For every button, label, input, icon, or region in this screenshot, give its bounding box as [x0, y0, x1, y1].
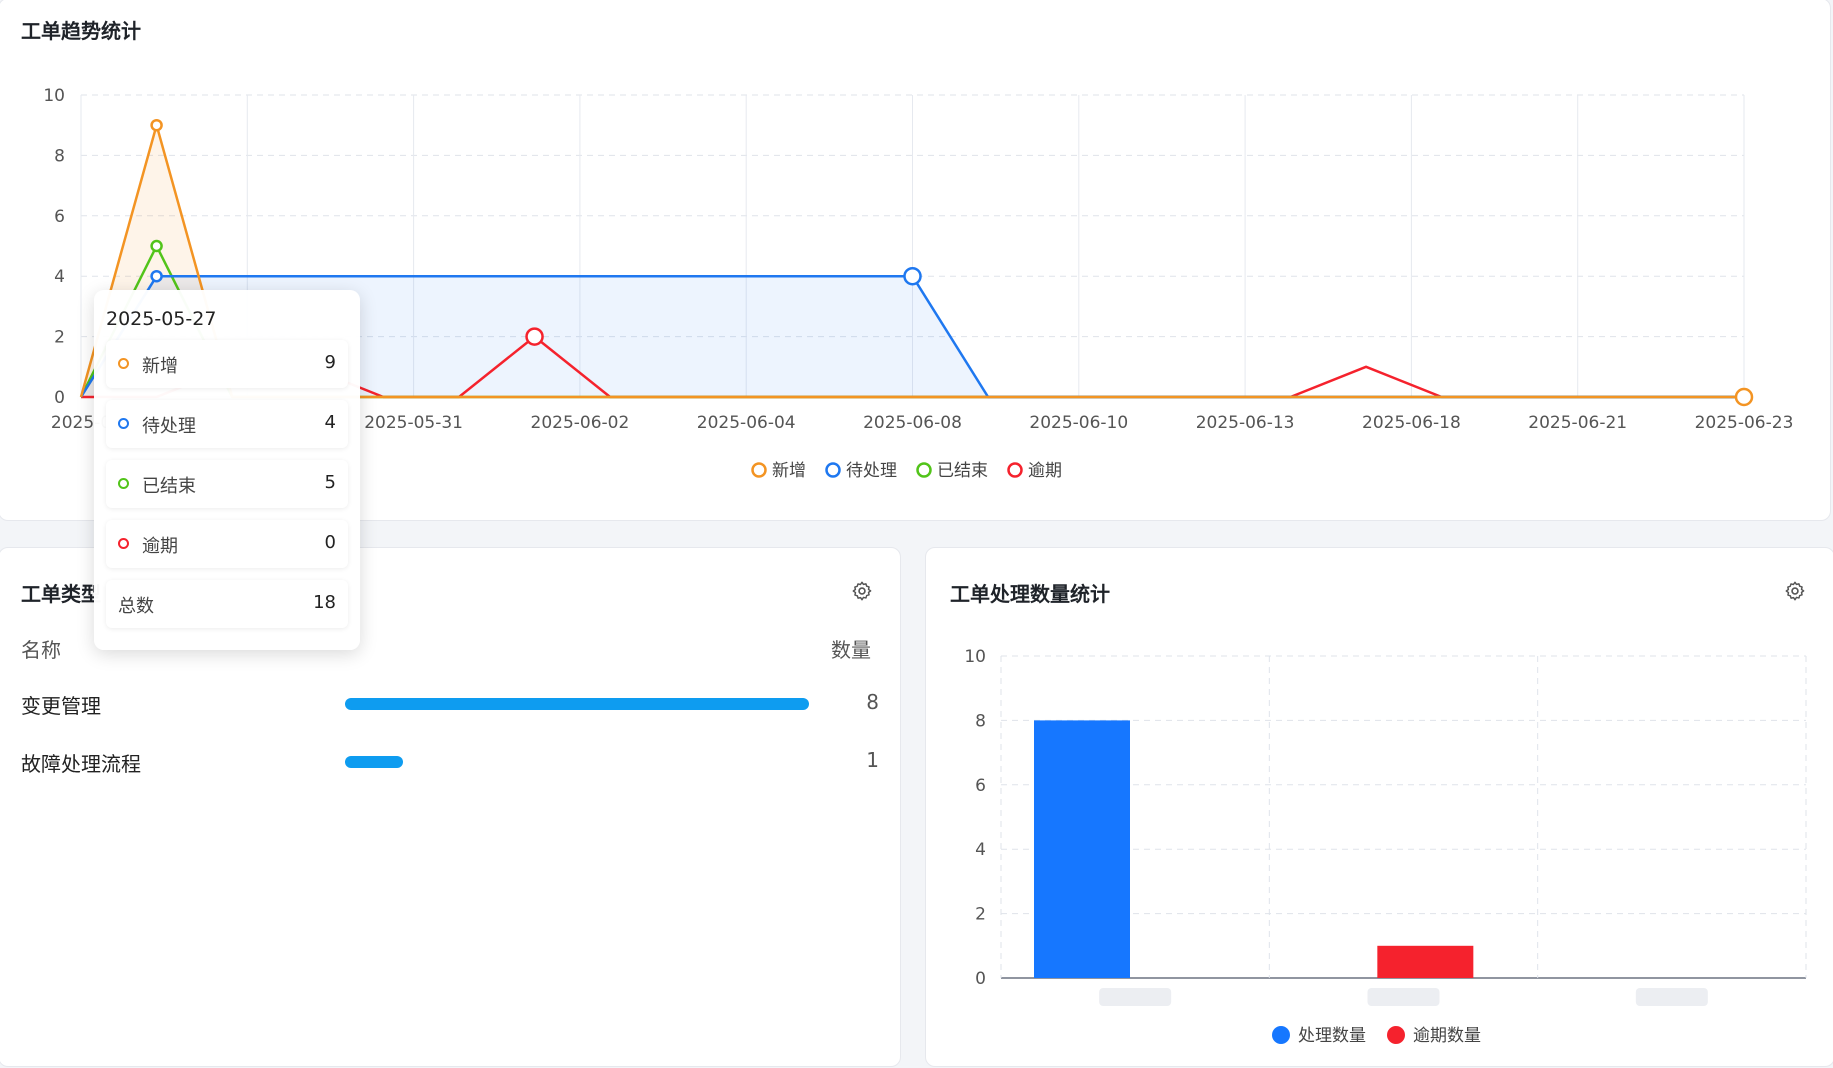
type-bar [345, 756, 403, 768]
type-count: 1 [866, 748, 879, 772]
legend-label: 逾期数量 [1413, 1026, 1481, 1046]
legend-marker [1007, 462, 1023, 478]
y-tick-label: 10 [43, 86, 65, 106]
legend-marker [751, 462, 767, 478]
tooltip-label: 总数 [118, 596, 154, 617]
category-label-redacted [1099, 988, 1172, 1006]
x-tick-label: 2025-06-21 [1528, 413, 1627, 433]
y-tick-label: 2 [54, 328, 65, 348]
y-tick-label: 8 [54, 146, 65, 166]
col-count-header: 数量 [831, 638, 871, 662]
tooltip-label: 已结束 [142, 476, 196, 497]
tooltip-value: 18 [313, 592, 336, 613]
x-tick-label: 2025-06-08 [863, 413, 962, 433]
x-tick-label: 2025-06-23 [1695, 413, 1794, 433]
y-tick-label: 4 [54, 267, 65, 287]
legend-marker [825, 462, 841, 478]
tooltip-row: 总数 18 [106, 580, 348, 628]
data-point [150, 118, 163, 132]
tooltip-date: 2025-05-27 [106, 308, 217, 330]
tooltip-dot-icon [118, 538, 129, 549]
tooltip-value: 0 [324, 532, 336, 553]
type-name: 故障处理流程 [21, 752, 141, 776]
chart-tooltip: 2025-05-27 新增 9 待处理 4 已结束 5 逾期 0 总数 18 [94, 290, 360, 650]
bar [1377, 945, 1474, 978]
tooltip-row: 逾期 0 [106, 520, 348, 568]
y-tick-label: 10 [964, 647, 986, 667]
legend-label: 处理数量 [1298, 1026, 1366, 1046]
legend-label: 待处理 [846, 461, 897, 481]
data-point [150, 269, 163, 283]
y-tick-label: 0 [54, 388, 65, 408]
tooltip-dot-icon [118, 418, 129, 429]
tooltip-row: 待处理 4 [106, 400, 348, 448]
type-bar [345, 698, 809, 710]
settings-gear-icon[interactable] [851, 580, 873, 602]
x-tick-label: 2025-06-18 [1362, 413, 1461, 433]
type-name: 变更管理 [21, 694, 101, 718]
types-title: 工单类型 [21, 582, 101, 606]
tooltip-label: 新增 [142, 356, 178, 377]
legend-label: 已结束 [937, 461, 988, 481]
category-label-redacted [1367, 988, 1440, 1006]
x-tick-label: 2025-06-04 [697, 413, 796, 433]
data-point [1734, 387, 1754, 407]
x-tick-label: 2025-06-13 [1196, 413, 1295, 433]
tooltip-value: 5 [324, 472, 336, 493]
tooltip-dot-icon [118, 478, 129, 489]
processing-card: 工单处理数量统计 0 2 4 6 8 10 处理数量 逾期数量 [925, 547, 1833, 1067]
y-tick-label: 0 [975, 969, 986, 989]
tooltip-value: 4 [324, 412, 336, 433]
type-count: 8 [866, 690, 879, 714]
x-tick-label: 2025-06-10 [1029, 413, 1128, 433]
processing-bar-chart[interactable]: 0 2 4 6 8 10 处理数量 逾期数量 [926, 548, 1833, 1068]
tooltip-label: 待处理 [142, 416, 196, 437]
x-tick-label: 2025-05-31 [364, 413, 463, 433]
category-label-redacted [1635, 988, 1708, 1006]
legend-label: 逾期 [1028, 461, 1062, 481]
data-point [150, 239, 163, 253]
legend-label: 新增 [772, 461, 806, 481]
legend-marker [916, 462, 932, 478]
type-bar-track [345, 698, 809, 710]
y-tick-label: 4 [975, 840, 986, 860]
x-tick-label: 2025-06-02 [531, 413, 630, 433]
tooltip-label: 逾期 [142, 536, 178, 557]
bar [1034, 720, 1130, 978]
data-point [525, 327, 544, 346]
col-name-header: 名称 [21, 638, 61, 662]
y-tick-label: 8 [975, 711, 986, 731]
tooltip-row: 已结束 5 [106, 460, 348, 508]
type-bar-track [345, 756, 809, 768]
y-tick-label: 6 [975, 776, 986, 796]
legend-marker [1387, 1026, 1405, 1044]
y-tick-label: 6 [54, 207, 65, 227]
tooltip-value: 9 [324, 352, 336, 373]
legend-marker [1272, 1026, 1290, 1044]
tooltip-dot-icon [118, 358, 129, 369]
y-tick-label: 2 [975, 905, 986, 925]
tooltip-row: 新增 9 [106, 340, 348, 388]
data-point [903, 266, 922, 286]
trend-legend: 新增 待处理 已结束 逾期 [751, 461, 1062, 481]
